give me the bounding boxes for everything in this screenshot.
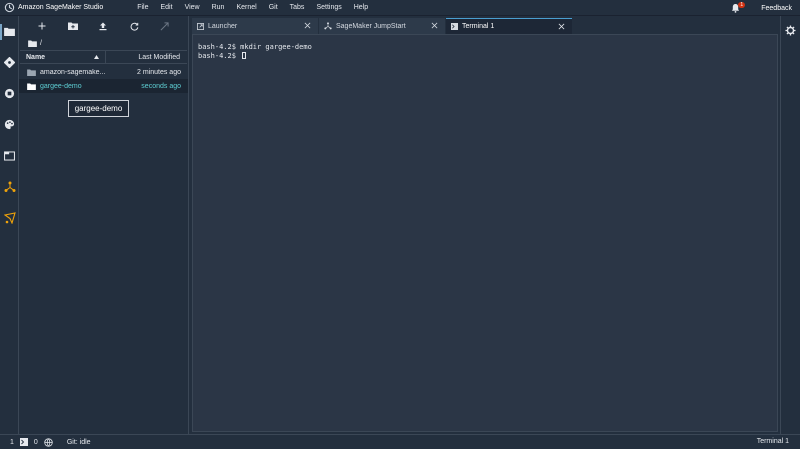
close-icon[interactable] [303, 21, 312, 30]
launcher-icon [197, 22, 204, 30]
active-indicator [0, 24, 2, 40]
git-status[interactable]: Git: idle [67, 439, 91, 446]
status-count-1[interactable]: 1 [10, 439, 14, 446]
menu-git[interactable]: Git [263, 4, 284, 11]
breadcrumb: / [19, 36, 188, 50]
menu-kernel[interactable]: Kernel [230, 4, 262, 11]
active-document-status: Terminal 1 [756, 438, 789, 445]
folder-icon [27, 68, 36, 76]
home-folder-icon[interactable] [28, 39, 37, 47]
terminal-prompt-line: bash-4.2$ [198, 52, 772, 61]
file-browser-icon[interactable] [3, 25, 16, 38]
tab-terminal-1[interactable]: Terminal 1 [446, 18, 572, 34]
menu-view[interactable]: View [179, 4, 206, 11]
tab-label: Launcher [208, 22, 238, 30]
left-activity-bar [0, 16, 19, 434]
upload-button[interactable] [96, 19, 110, 33]
menu-help[interactable]: Help [348, 4, 374, 11]
tab-label: SageMaker JumpStart [336, 22, 406, 30]
notifications-bell-icon[interactable]: 1 [729, 2, 746, 14]
terminal-cursor [242, 52, 247, 59]
file-browser-panel: / Name Last Modified amazon-sagemake... … [19, 16, 189, 434]
tab-launcher[interactable]: Launcher [192, 18, 318, 34]
new-folder-button[interactable] [66, 19, 80, 33]
folder-icon [27, 82, 36, 90]
close-icon[interactable] [557, 22, 566, 31]
refresh-button[interactable] [127, 19, 141, 33]
globe-icon[interactable] [44, 437, 53, 447]
components-registries-icon[interactable] [3, 180, 16, 193]
notification-count-badge: 1 [738, 2, 746, 8]
menu-bar: File Edit View Run Kernel Git Tabs Setti… [131, 4, 374, 11]
sort-ascending-icon [94, 55, 99, 59]
file-list-header: Name Last Modified [20, 50, 187, 64]
file-row-modified: seconds ago [141, 82, 181, 90]
git-icon[interactable] [3, 56, 16, 69]
menu-run[interactable]: Run [206, 4, 231, 11]
tab-label: Terminal 1 [462, 23, 495, 30]
terminal-icon [451, 23, 458, 30]
tab-bar: Launcher SageMaker JumpStart Terminal 1 [192, 18, 778, 34]
terminal-status-icon[interactable] [19, 438, 28, 446]
jumpstart-icon[interactable] [3, 211, 16, 224]
menu-file[interactable]: File [131, 4, 154, 11]
name-column-header[interactable]: Name [20, 51, 106, 63]
file-row[interactable]: amazon-sagemake... 2 minutes ago [19, 65, 188, 79]
menu-settings[interactable]: Settings [310, 4, 347, 11]
menu-tabs[interactable]: Tabs [284, 4, 311, 11]
menu-edit[interactable]: Edit [155, 4, 179, 11]
git-clone-button[interactable] [158, 19, 172, 33]
status-count-2[interactable]: 0 [34, 439, 38, 446]
feedback-link[interactable]: Feedback [761, 5, 792, 12]
file-browser-toolbar [19, 16, 188, 36]
palette-icon[interactable] [3, 118, 16, 131]
file-row-selected[interactable]: gargee-demo seconds ago [19, 79, 188, 93]
terminal-prompt: bash-4.2$ [198, 52, 241, 60]
tabs-icon[interactable] [3, 149, 16, 162]
status-bar: 1 0 Git: idle Terminal 1 [0, 434, 800, 449]
file-row-modified: 2 minutes ago [137, 68, 181, 76]
top-right-area: 1 Feedback [729, 0, 792, 16]
jumpstart-icon [324, 22, 332, 30]
file-row-name: gargee-demo [40, 82, 82, 90]
sagemaker-logo-icon [0, 0, 18, 16]
terminal-area[interactable]: bash-4.2$ mkdir gargee-demo bash-4.2$ [192, 34, 778, 432]
drag-tooltip: gargee-demo [68, 100, 129, 117]
breadcrumb-path[interactable]: / [40, 40, 42, 47]
new-launcher-button[interactable] [35, 19, 49, 33]
file-row-name: amazon-sagemake... [40, 68, 106, 76]
terminal-line: bash-4.2$ mkdir gargee-demo [198, 43, 312, 51]
top-bar: Amazon SageMaker Studio File Edit View R… [0, 0, 800, 16]
right-sidebar [780, 16, 800, 434]
close-icon[interactable] [430, 21, 439, 30]
last-modified-column-header[interactable]: Last Modified [106, 54, 187, 61]
running-terminals-kernels-icon[interactable] [3, 87, 16, 100]
tab-jumpstart[interactable]: SageMaker JumpStart [319, 18, 445, 34]
app-title: Amazon SageMaker Studio [18, 4, 104, 11]
gear-icon[interactable] [785, 25, 796, 38]
